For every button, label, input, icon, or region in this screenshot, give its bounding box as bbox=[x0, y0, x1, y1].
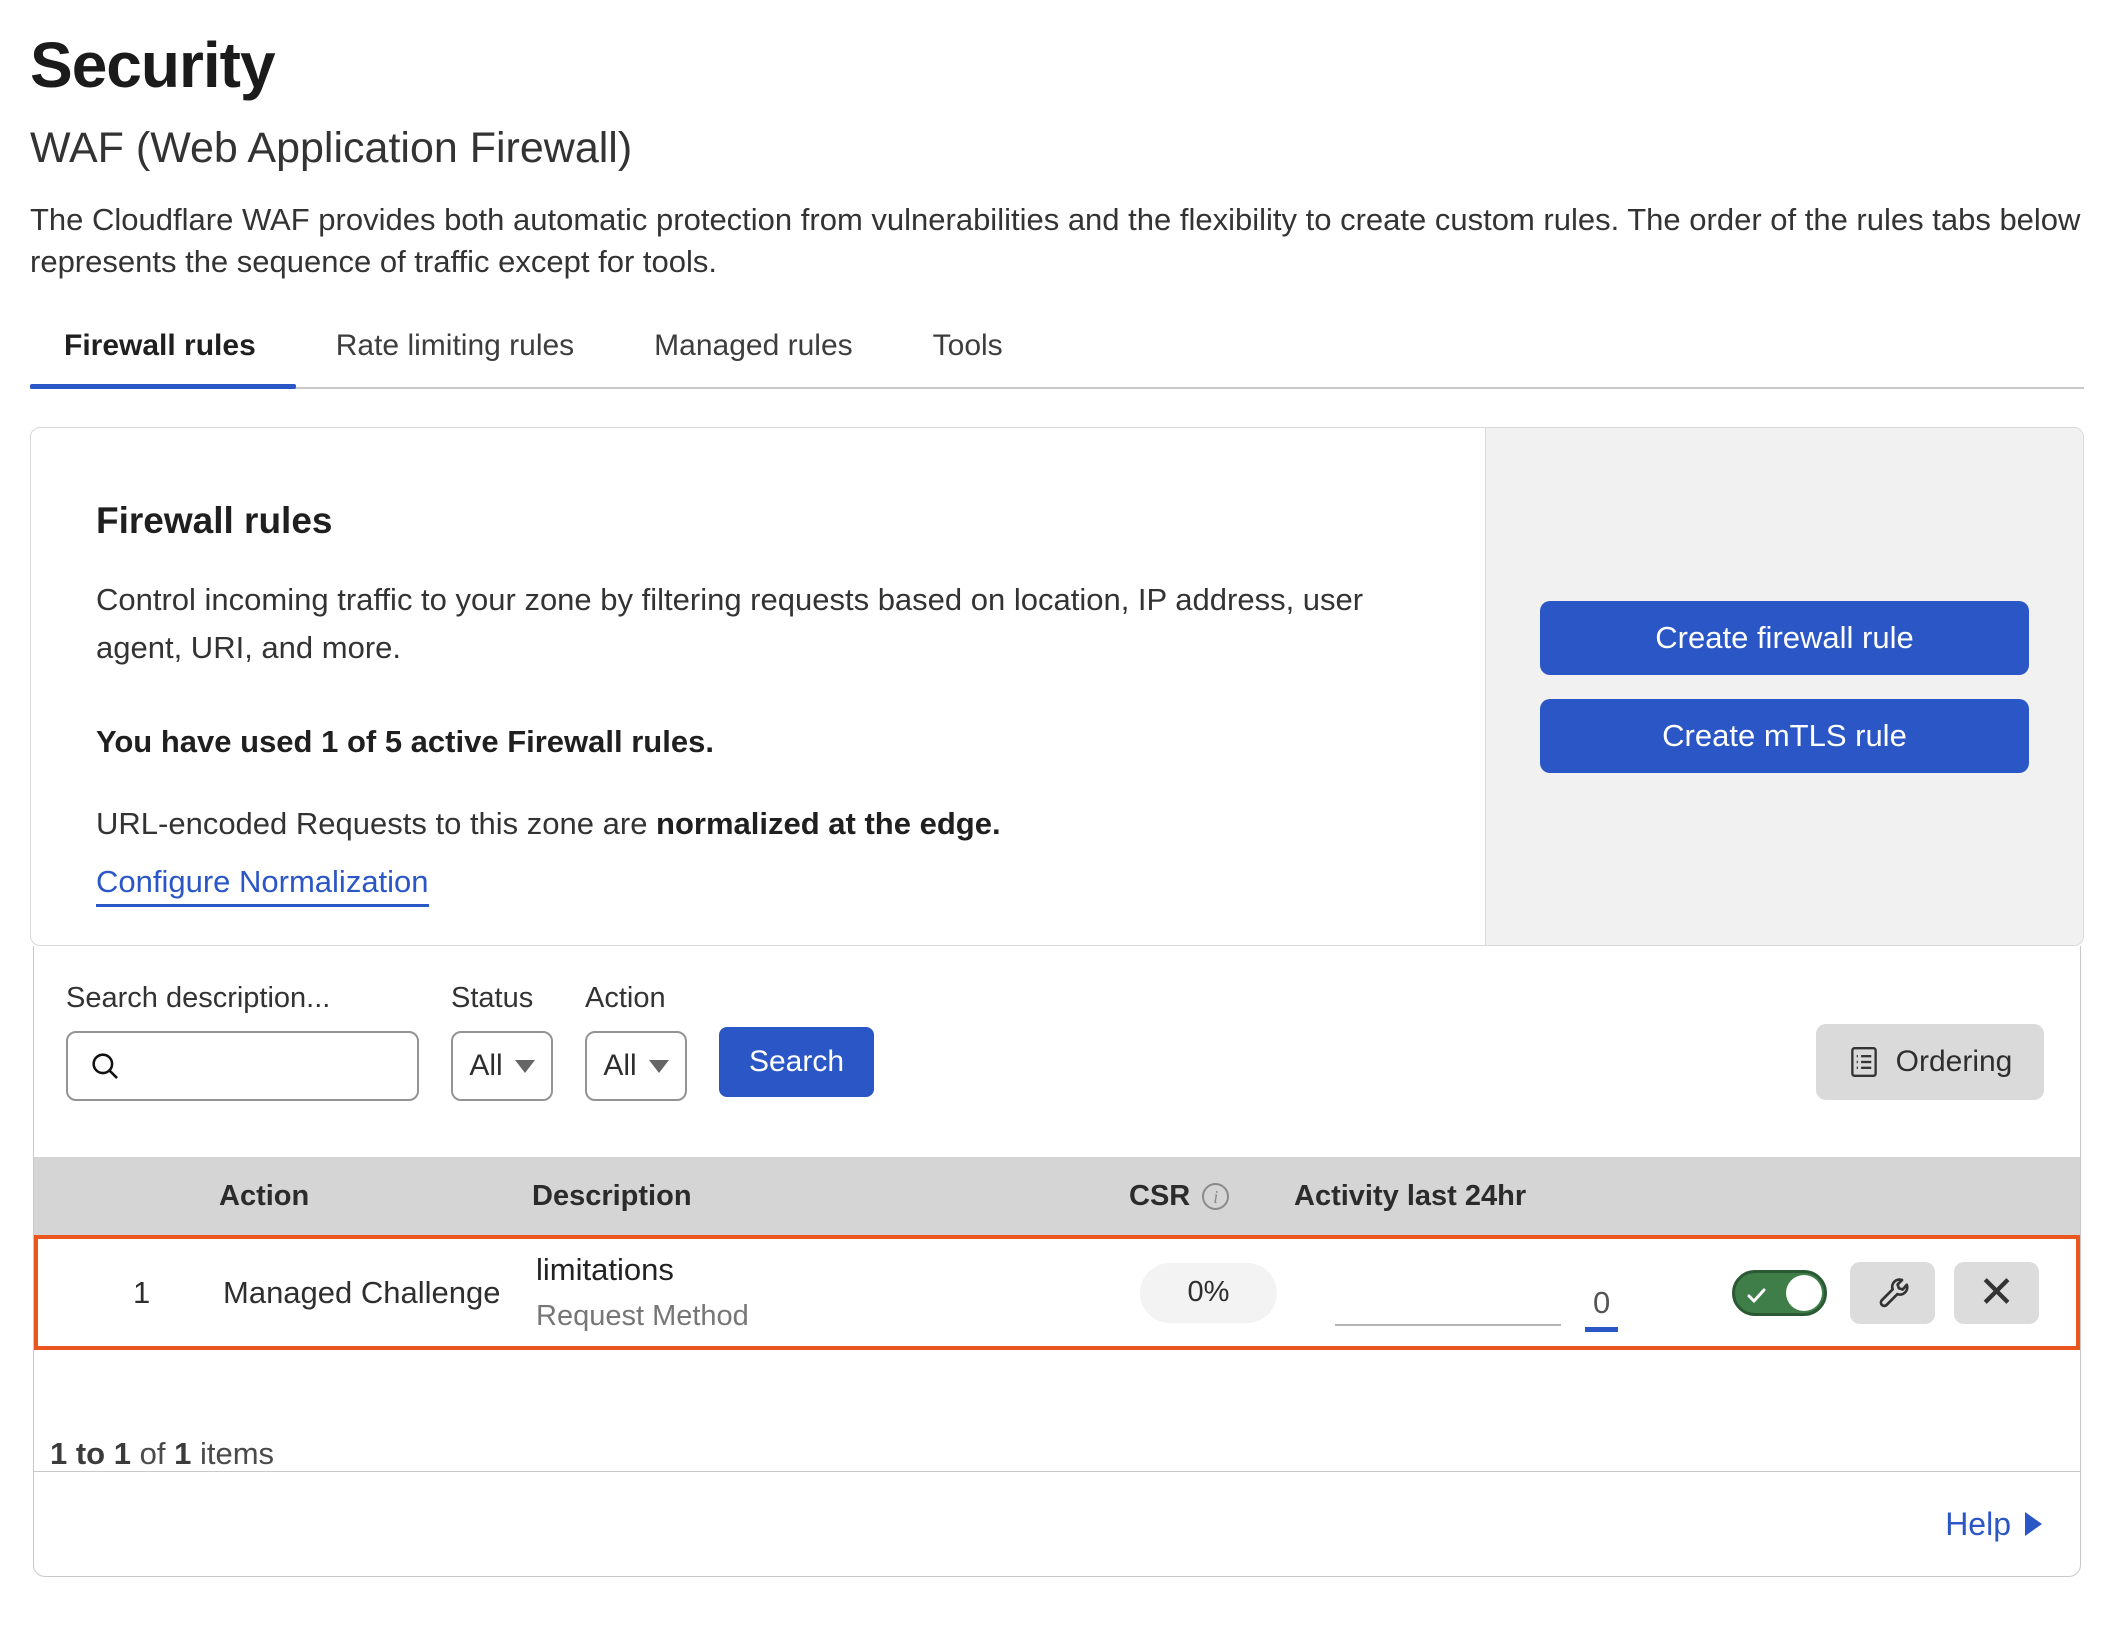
header-action: Action bbox=[219, 1180, 532, 1213]
edit-rule-button[interactable] bbox=[1850, 1262, 1935, 1324]
search-input[interactable] bbox=[66, 1031, 419, 1101]
filters-bar: Search description... Status All bbox=[34, 946, 2080, 1101]
info-icon[interactable]: i bbox=[1202, 1183, 1229, 1210]
header-activity: Activity last 24hr bbox=[1294, 1180, 1674, 1213]
card-actions-panel: Create firewall rule Create mTLS rule bbox=[1485, 428, 2083, 945]
help-link-label: Help bbox=[1945, 1506, 2011, 1543]
ordered-list-icon bbox=[1848, 1044, 1880, 1080]
pagination-summary: 1 to 1 of 1 items bbox=[34, 1350, 2080, 1472]
rules-tabbar: Firewall rules Rate limiting rules Manag… bbox=[30, 323, 2084, 389]
action-label: Action bbox=[585, 982, 687, 1015]
configure-normalization-link[interactable]: Configure Normalization bbox=[96, 864, 429, 907]
card-heading: Firewall rules bbox=[96, 500, 1445, 542]
create-firewall-rule-button[interactable]: Create firewall rule bbox=[1540, 601, 2029, 675]
rule-description: limitations bbox=[536, 1252, 1133, 1288]
check-icon bbox=[1745, 1284, 1769, 1308]
status-select-value: All bbox=[469, 1049, 502, 1083]
normalization-note-prefix: URL-encoded Requests to this zone are bbox=[96, 806, 656, 841]
search-button[interactable]: Search bbox=[719, 1027, 874, 1097]
delete-rule-button[interactable]: ✕ bbox=[1954, 1262, 2039, 1324]
action-select-value: All bbox=[603, 1049, 636, 1083]
rule-enabled-toggle[interactable] bbox=[1732, 1270, 1827, 1316]
chevron-down-icon bbox=[515, 1060, 535, 1073]
help-bar: Help bbox=[34, 1471, 2080, 1576]
toggle-knob bbox=[1786, 1275, 1822, 1311]
page-title: Security bbox=[30, 28, 2084, 102]
header-csr: CSR i bbox=[1129, 1180, 1294, 1213]
card-description: Control incoming traffic to your zone by… bbox=[96, 576, 1436, 672]
rule-action: Managed Challenge bbox=[223, 1275, 536, 1311]
usage-summary: You have used 1 of 5 active Firewall rul… bbox=[96, 724, 1445, 760]
tab-tools[interactable]: Tools bbox=[893, 323, 1043, 387]
action-select[interactable]: All bbox=[585, 1031, 687, 1101]
normalization-note: URL-encoded Requests to this zone are no… bbox=[96, 806, 1445, 842]
search-icon bbox=[88, 1049, 122, 1083]
ordering-button[interactable]: Ordering bbox=[1816, 1024, 2044, 1100]
firewall-rules-card: Firewall rules Control incoming traffic … bbox=[30, 427, 2084, 946]
chevron-down-icon bbox=[649, 1060, 669, 1073]
status-label: Status bbox=[451, 982, 553, 1015]
range-text: 1 to 1 bbox=[50, 1436, 131, 1471]
rules-list-panel: Search description... Status All bbox=[33, 946, 2081, 1577]
wrench-icon bbox=[1874, 1274, 1912, 1312]
ordering-button-label: Ordering bbox=[1896, 1045, 2013, 1079]
rule-priority: 1 bbox=[38, 1275, 150, 1311]
total-text: 1 bbox=[174, 1436, 191, 1471]
help-link[interactable]: Help bbox=[1945, 1506, 2042, 1543]
action-filter-group: Action All bbox=[585, 982, 687, 1101]
tab-rate-limiting-rules[interactable]: Rate limiting rules bbox=[296, 323, 614, 387]
waf-security-page: Security WAF (Web Application Firewall) … bbox=[0, 0, 2114, 1638]
rule-csr-cell: 0% bbox=[1133, 1263, 1298, 1323]
rule-expression: Request Method bbox=[536, 1300, 1133, 1333]
rule-description-cell: limitations Request Method bbox=[536, 1252, 1133, 1333]
search-label: Search description... bbox=[66, 982, 419, 1015]
arrow-right-icon bbox=[2025, 1512, 2042, 1536]
items-text: items bbox=[200, 1436, 274, 1471]
activity-count[interactable]: 0 bbox=[1585, 1285, 1618, 1332]
tab-firewall-rules[interactable]: Firewall rules bbox=[30, 323, 296, 387]
normalization-note-bold: normalized at the edge. bbox=[656, 806, 1001, 841]
csr-badge: 0% bbox=[1140, 1263, 1277, 1323]
create-mtls-rule-button[interactable]: Create mTLS rule bbox=[1540, 699, 2029, 773]
rule-controls: ✕ bbox=[1678, 1262, 2076, 1324]
status-select[interactable]: All bbox=[451, 1031, 553, 1101]
status-filter-group: Status All bbox=[451, 982, 553, 1101]
header-csr-label: CSR bbox=[1129, 1180, 1190, 1213]
activity-sparkline bbox=[1335, 1324, 1561, 1326]
tab-managed-rules[interactable]: Managed rules bbox=[614, 323, 892, 387]
of-text: of bbox=[140, 1436, 166, 1471]
table-header: Action Description CSR i Activity last 2… bbox=[34, 1157, 2080, 1235]
page-description: The Cloudflare WAF provides both automat… bbox=[30, 199, 2084, 283]
page-subtitle: WAF (Web Application Firewall) bbox=[30, 124, 2084, 173]
page-header: Security WAF (Web Application Firewall) … bbox=[0, 0, 2114, 283]
search-filter-group: Search description... bbox=[66, 982, 419, 1101]
activity-cell: 0 bbox=[1298, 1239, 1678, 1346]
firewall-rules-card-info: Firewall rules Control incoming traffic … bbox=[31, 428, 1485, 945]
header-description: Description bbox=[532, 1180, 1129, 1213]
close-icon: ✕ bbox=[1978, 1267, 2015, 1318]
table-row[interactable]: 1 Managed Challenge limitations Request … bbox=[34, 1235, 2080, 1350]
